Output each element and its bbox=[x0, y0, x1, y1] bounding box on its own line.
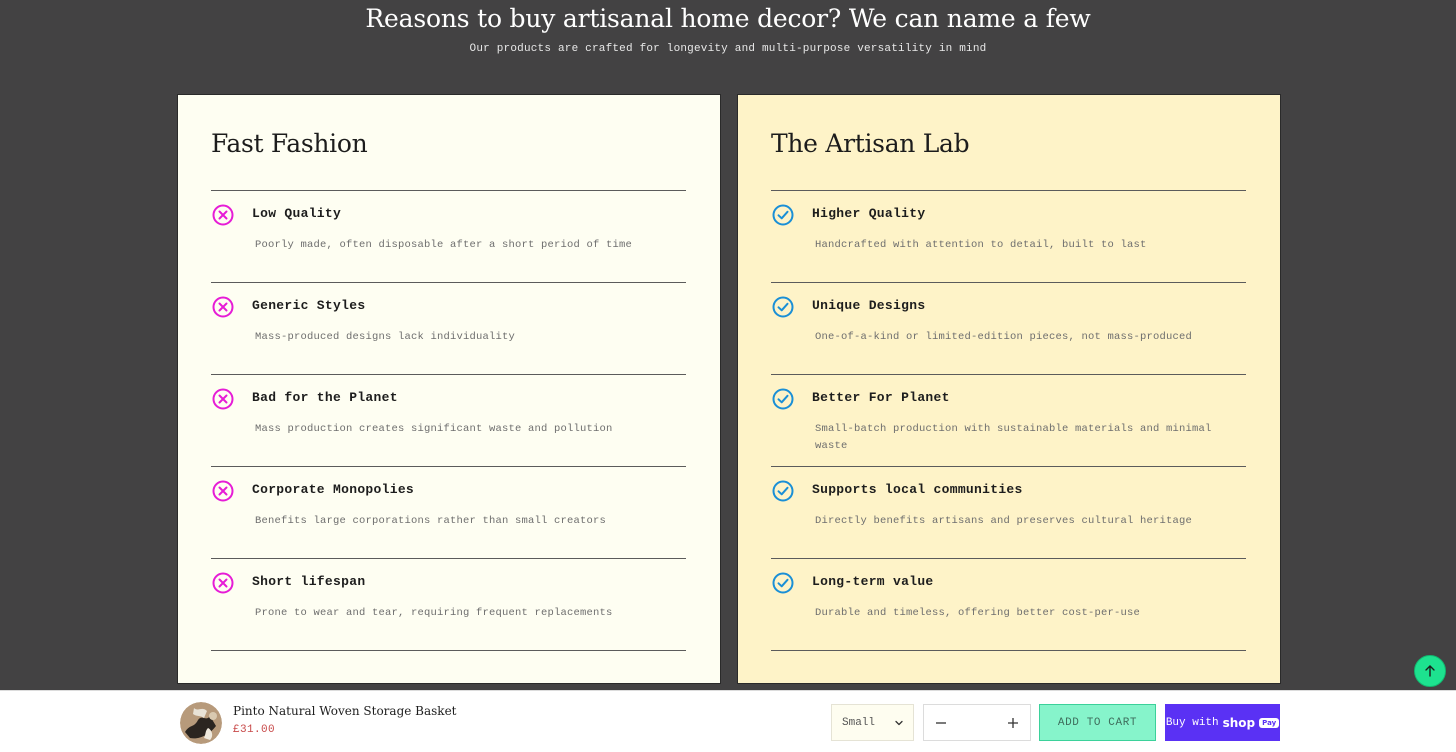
check-circle-icon bbox=[772, 204, 794, 226]
fast-fashion-title: Fast Fashion bbox=[211, 129, 368, 158]
check-circle-icon bbox=[772, 572, 794, 594]
add-to-cart-button[interactable]: ADD TO CART bbox=[1039, 704, 1156, 741]
size-select[interactable]: Small bbox=[831, 704, 914, 741]
list-item: Unique Designs One-of-a-kind or limited-… bbox=[771, 283, 1246, 375]
shop-pay-logo: shop bbox=[1222, 715, 1256, 730]
item-description: Benefits large corporations rather than … bbox=[255, 515, 607, 527]
fast-fashion-card: Fast Fashion Low Quality Poorly made, of… bbox=[177, 94, 721, 684]
artisan-lab-list: Higher Quality Handcrafted with attentio… bbox=[771, 190, 1246, 651]
item-title: Short lifespan bbox=[252, 574, 366, 589]
artisan-lab-title: The Artisan Lab bbox=[771, 129, 970, 158]
item-title: Higher Quality bbox=[812, 206, 926, 221]
product-price: £31.00 bbox=[233, 724, 276, 736]
chevron-down-icon bbox=[895, 720, 903, 726]
check-circle-icon bbox=[772, 480, 794, 502]
hero-subtitle: Our products are crafted for longevity a… bbox=[469, 43, 987, 55]
item-description: Small-batch production with sustainable … bbox=[815, 423, 1212, 452]
item-title: Better For Planet bbox=[812, 390, 950, 405]
sticky-add-to-cart-bar: Pinto Natural Woven Storage Basket £31.0… bbox=[0, 690, 1456, 752]
list-item: Better For Planet Small-batch production… bbox=[771, 375, 1246, 467]
shop-pay-button[interactable]: Buy with shop Pay bbox=[1165, 704, 1280, 741]
list-item: Long-term value Durable and timeless, of… bbox=[771, 559, 1246, 651]
item-title: Low Quality bbox=[252, 206, 342, 221]
list-item: Higher Quality Handcrafted with attentio… bbox=[771, 191, 1246, 283]
item-title: Corporate Monopolies bbox=[252, 482, 415, 497]
item-description: Handcrafted with attention to detail, bu… bbox=[815, 239, 1147, 251]
hero-title: Reasons to buy artisanal home decor? We … bbox=[365, 4, 1091, 33]
increase-quantity-button[interactable] bbox=[998, 705, 1028, 740]
item-title: Bad for the Planet bbox=[252, 390, 398, 405]
shop-pay-prefix: Buy with bbox=[1165, 716, 1219, 729]
item-description: Durable and timeless, offering better co… bbox=[815, 607, 1141, 619]
scroll-to-top-button[interactable] bbox=[1414, 655, 1446, 687]
artisan-lab-card: The Artisan Lab Higher Quality Handcraft… bbox=[737, 94, 1281, 684]
check-circle-icon bbox=[772, 296, 794, 318]
list-item: Generic Styles Mass-produced designs lac… bbox=[211, 283, 686, 375]
product-thumbnail bbox=[180, 702, 222, 744]
arrow-up-icon bbox=[1425, 665, 1435, 677]
x-circle-icon bbox=[212, 204, 234, 226]
item-title: Generic Styles bbox=[252, 298, 366, 313]
item-description: Mass-produced designs lack individuality bbox=[255, 331, 516, 343]
x-circle-icon bbox=[212, 572, 234, 594]
hero-section: Reasons to buy artisanal home decor? We … bbox=[0, 0, 1456, 55]
item-description: Poorly made, often disposable after a sh… bbox=[255, 239, 633, 251]
item-description: Mass production creates significant wast… bbox=[255, 423, 613, 435]
item-description: Prone to wear and tear, requiring freque… bbox=[255, 607, 613, 619]
decrease-quantity-button[interactable] bbox=[926, 705, 956, 740]
item-description: One-of-a-kind or limited-edition pieces,… bbox=[815, 331, 1193, 343]
list-item: Bad for the Planet Mass production creat… bbox=[211, 375, 686, 467]
item-title: Supports local communities bbox=[812, 482, 1023, 497]
size-select-value: Small bbox=[842, 716, 876, 729]
product-name: Pinto Natural Woven Storage Basket bbox=[233, 704, 457, 718]
item-title: Long-term value bbox=[812, 574, 934, 589]
x-circle-icon bbox=[212, 388, 234, 410]
minus-icon bbox=[936, 721, 946, 724]
item-title: Unique Designs bbox=[812, 298, 926, 313]
shop-pay-badge: Pay bbox=[1259, 717, 1280, 728]
x-circle-icon bbox=[212, 480, 234, 502]
fast-fashion-list: Low Quality Poorly made, often disposabl… bbox=[211, 190, 686, 651]
list-item: Supports local communities Directly bene… bbox=[771, 467, 1246, 559]
list-item: Corporate Monopolies Benefits large corp… bbox=[211, 467, 686, 559]
list-item: Low Quality Poorly made, often disposabl… bbox=[211, 191, 686, 283]
list-item: Short lifespan Prone to wear and tear, r… bbox=[211, 559, 686, 651]
check-circle-icon bbox=[772, 388, 794, 410]
item-description: Directly benefits artisans and preserves… bbox=[815, 515, 1193, 527]
quantity-stepper bbox=[923, 704, 1031, 741]
x-circle-icon bbox=[212, 296, 234, 318]
plus-icon bbox=[1008, 717, 1018, 728]
